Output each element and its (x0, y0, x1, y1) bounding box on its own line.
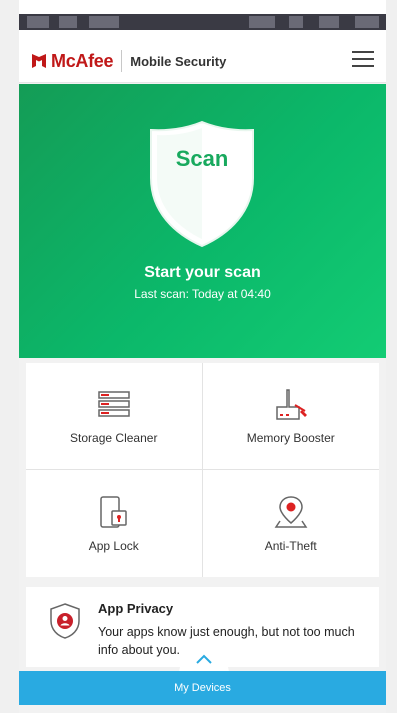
storage-icon (98, 391, 130, 417)
status-bar (19, 0, 386, 38)
privacy-description: Your apps know just enough, but not too … (98, 625, 355, 657)
tile-label: App Lock (88, 538, 139, 553)
tile-app-lock[interactable]: App Lock (26, 470, 203, 577)
mcafee-logo: McAfee Mobile Security (31, 50, 226, 72)
scan-title: Start your scan (144, 264, 261, 281)
last-scan-text: Last scan: Today at 04:40 (134, 287, 271, 301)
brand-name: McAfee (51, 50, 114, 71)
status-block (59, 16, 77, 28)
privacy-shield-icon (50, 603, 80, 639)
status-block (89, 16, 119, 28)
tile-anti-theft[interactable]: Anti-Theft (203, 470, 380, 577)
scan-hero: Scan Start your scan Last scan: Today at… (19, 84, 386, 358)
menu-line (352, 65, 374, 67)
my-devices-bar[interactable]: My Devices (19, 671, 386, 705)
hamburger-menu-icon[interactable] (352, 51, 374, 69)
broom-icon (276, 389, 307, 420)
product-name: Mobile Security (130, 53, 227, 69)
tile-label: Memory Booster (246, 431, 335, 445)
tile-label: Storage Cleaner (70, 431, 158, 445)
status-block (289, 16, 303, 28)
tile-storage-cleaner[interactable]: Storage Cleaner (26, 363, 203, 470)
mcafee-shield-icon (32, 54, 46, 68)
tile-label: Anti-Theft (264, 538, 317, 553)
menu-line (352, 51, 374, 53)
privacy-title: App Privacy (98, 601, 174, 616)
phone-lock-icon (100, 495, 127, 528)
status-block (27, 16, 49, 28)
chevron-up-icon (196, 654, 212, 664)
status-block (319, 16, 339, 28)
menu-line (352, 58, 374, 60)
app-frame: McAfee Mobile Security Scan Start your s… (19, 0, 386, 713)
scan-button[interactable]: Scan (147, 146, 257, 172)
location-pin-icon (274, 495, 308, 528)
tile-memory-booster[interactable]: Memory Booster (202, 363, 379, 470)
status-block (249, 16, 275, 28)
app-header: McAfee Mobile Security (19, 38, 386, 83)
header-divider (121, 50, 123, 72)
feature-grid: Storage Cleaner Memory Booster App Lock (26, 363, 379, 577)
status-block (355, 16, 379, 28)
scan-shield-icon[interactable] (147, 120, 257, 248)
